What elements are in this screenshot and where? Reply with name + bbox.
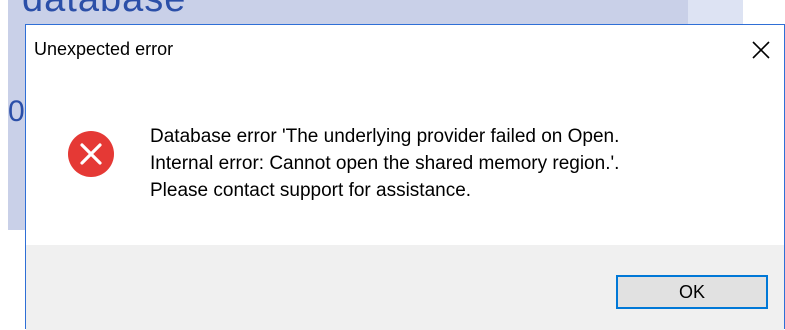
error-message-line: Internal error: Cannot open the shared m… bbox=[150, 153, 620, 174]
close-button[interactable] bbox=[738, 25, 784, 75]
background-window-glyph: 0 bbox=[8, 95, 25, 128]
error-message-line: Please contact support for assistance. bbox=[150, 180, 472, 201]
background-window-text: database bbox=[22, 0, 186, 21]
close-icon bbox=[752, 41, 770, 59]
dialog-content: Database error 'The underlying provider … bbox=[26, 77, 784, 245]
error-message: Database error 'The underlying provider … bbox=[150, 123, 619, 204]
dialog-titlebar[interactable]: Unexpected error bbox=[26, 25, 784, 77]
dialog-title: Unexpected error bbox=[34, 39, 174, 59]
error-message-line: Database error 'The underlying provider … bbox=[150, 126, 620, 147]
error-icon bbox=[68, 131, 114, 177]
dialog-footer: OK bbox=[26, 245, 784, 330]
ok-button[interactable]: OK bbox=[616, 275, 768, 309]
error-dialog: Unexpected error Database error 'The und… bbox=[25, 24, 785, 330]
